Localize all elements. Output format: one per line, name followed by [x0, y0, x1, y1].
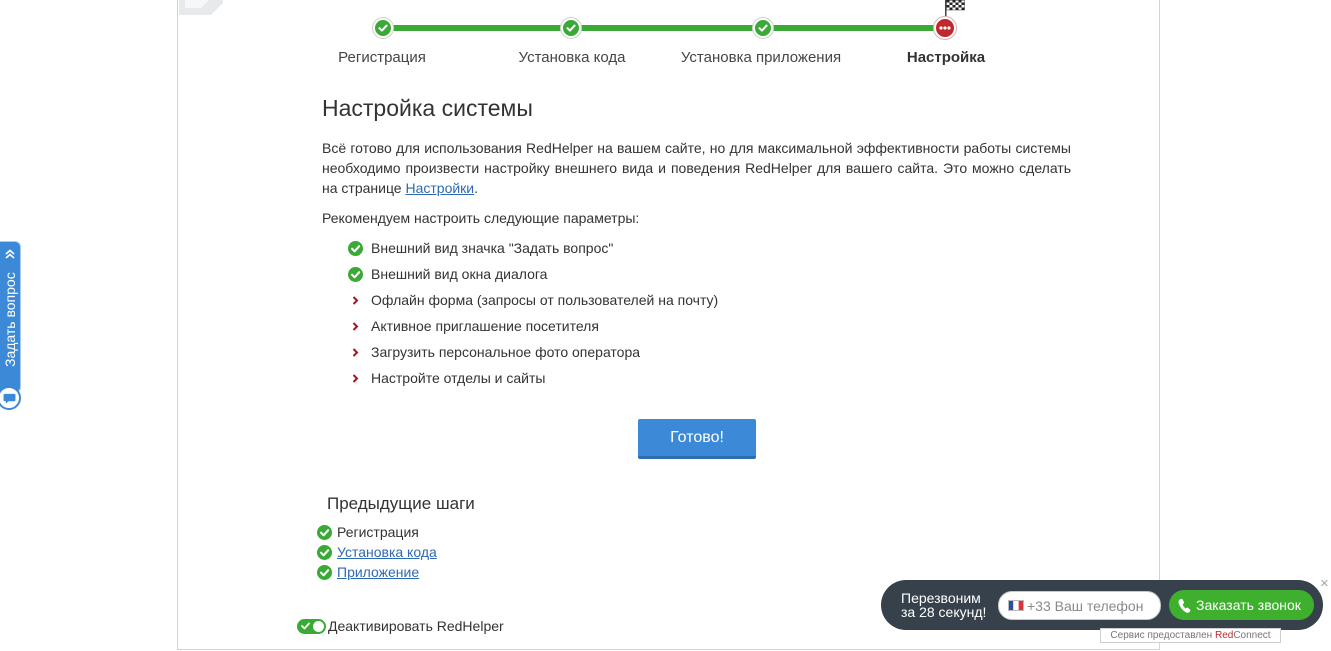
- more-dots-icon: [939, 26, 951, 30]
- check-icon: [301, 622, 310, 630]
- checklist-item: Загрузить персональное фото оператора: [347, 342, 640, 362]
- checklist-item-label: Загрузить персональное фото оператора: [371, 344, 641, 360]
- settings-link[interactable]: Настройки: [405, 180, 474, 196]
- page-title: Настройка системы: [322, 95, 533, 121]
- order-call-button[interactable]: Заказать звонок: [1169, 590, 1314, 620]
- corner-ribbon-decoration: [179, 0, 223, 15]
- checklist-item: Внешний вид значка "Задать вопрос": [347, 238, 613, 258]
- step-node-settings-current: [934, 17, 956, 39]
- checklist-item-label: Внешний вид окна диалога: [371, 266, 548, 282]
- step-label-code: Установка кода: [518, 49, 626, 66]
- deactivate-label: Деактивировать RedHelper: [328, 618, 504, 634]
- phone-input[interactable]: [1027, 592, 1155, 619]
- double-chevron-icon: [5, 249, 15, 259]
- step-label-app: Установка приложения: [680, 49, 842, 66]
- check-circle-icon: [347, 240, 363, 256]
- france-flag-icon[interactable]: [1008, 600, 1024, 611]
- checklist-item: Настройте отделы и сайты: [347, 368, 545, 388]
- credit-prefix: Сервис предоставлен: [1110, 630, 1215, 641]
- toggle-knob: [313, 621, 324, 632]
- application-link[interactable]: Приложение: [337, 562, 419, 582]
- checklist-item-label: Внешний вид значка "Задать вопрос": [371, 240, 614, 256]
- ask-question-label[interactable]: Задать вопрос: [0, 262, 21, 378]
- service-credit[interactable]: Сервис предоставлен RedConnect: [1100, 628, 1281, 643]
- credit-brand-red: Red: [1214, 630, 1234, 641]
- checkered-flag-icon: [945, 0, 965, 16]
- deactivate-toggle[interactable]: [297, 619, 326, 634]
- check-circle-icon: [317, 524, 332, 540]
- callback-text: Перезвоним за 28 секунд!: [901, 591, 986, 619]
- check-circle-icon: [317, 544, 332, 560]
- intro-end: .: [474, 180, 479, 196]
- previous-steps-title: Предыдущие шаги: [327, 494, 475, 513]
- chevron-right-icon: [347, 318, 363, 334]
- step-node-registration: [373, 18, 393, 38]
- recommend-label: Рекомендуем настроить следующие параметр…: [322, 210, 640, 226]
- check-icon: [758, 24, 768, 32]
- progress-track: [383, 25, 945, 31]
- credit-brand-rest: Connect: [1233, 630, 1271, 641]
- checklist-item: Активное приглашение посетителя: [347, 316, 599, 336]
- previous-step-item: Приложение: [317, 562, 419, 582]
- previous-step-item: Установка кода: [317, 542, 437, 562]
- chevron-right-icon: [347, 292, 363, 308]
- check-circle-icon: [317, 564, 332, 580]
- checklist-item: Офлайн форма (запросы от пользователей н…: [347, 290, 718, 310]
- close-icon[interactable]: ×: [1320, 576, 1329, 592]
- checklist-item-label: Настройте отделы и сайты: [371, 370, 546, 386]
- check-circle-icon: [347, 266, 363, 282]
- previous-step-item: Регистрация: [317, 522, 419, 542]
- order-call-label: Заказать звонок: [1196, 597, 1301, 613]
- step-node-app: [753, 18, 773, 38]
- checklist-item: Внешний вид окна диалога: [347, 264, 547, 284]
- chat-button[interactable]: [0, 386, 21, 410]
- step-label-registration: Регистрация: [338, 49, 426, 66]
- check-icon: [566, 24, 576, 32]
- chevron-right-icon: [347, 370, 363, 386]
- phone-icon: [1178, 598, 1191, 613]
- step-label-settings: Настройка: [906, 49, 986, 66]
- callback-text-line2: за 28 секунд!: [901, 604, 987, 620]
- previous-step-label: Регистрация: [337, 524, 419, 540]
- checklist-item-label: Офлайн форма (запросы от пользователей н…: [371, 292, 719, 308]
- chat-bubble-icon: [3, 393, 15, 404]
- checklist-item-label: Активное приглашение посетителя: [371, 318, 599, 334]
- done-button[interactable]: Готово!: [638, 419, 756, 459]
- check-icon: [378, 24, 388, 32]
- install-code-link[interactable]: Установка кода: [337, 542, 437, 562]
- step-node-code: [561, 18, 581, 38]
- chevron-right-icon: [347, 344, 363, 360]
- intro-paragraph: Всё готово для использования RedHelper н…: [322, 138, 1071, 198]
